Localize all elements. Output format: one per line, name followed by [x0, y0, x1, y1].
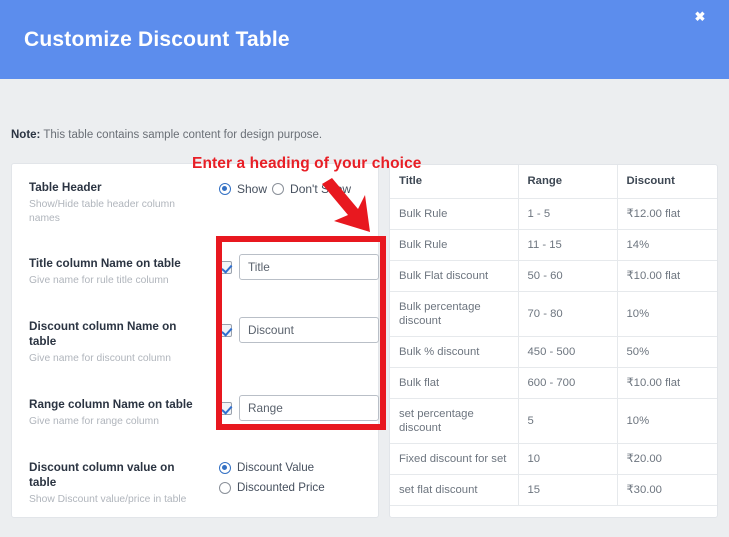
table-row: Bulk flat 600 - 700 ₹10.00 flat: [390, 366, 717, 399]
table-row: Bulk Rule 11 - 15 14%: [390, 228, 717, 261]
field-title: Discount column Name on table: [29, 320, 177, 348]
title-column-checkbox[interactable]: [219, 260, 232, 274]
field-title: Table Header: [29, 181, 102, 194]
cell-discount: 10%: [616, 290, 717, 337]
annotation-heading-text: Enter a heading of your choice: [192, 155, 422, 172]
cell-discount: ₹10.00 flat: [616, 366, 717, 399]
discount-column-checkbox[interactable]: [219, 323, 232, 337]
cell-discount: ₹30.00: [616, 473, 717, 506]
cell-range: 5: [517, 397, 618, 444]
cell-range: 11 - 15: [517, 228, 618, 261]
cell-title: Bulk percentage discount: [390, 290, 519, 337]
radio-label-discounted-price: Discounted Price: [237, 481, 325, 494]
table-row: set percentage discount 5 10%: [390, 397, 717, 444]
cell-range: 450 - 500: [517, 335, 618, 368]
discount-preview-table: Title Range Discount Bulk Rule 1 - 5 ₹12…: [390, 165, 717, 506]
radio-label-discount-value: Discount Value: [237, 461, 315, 474]
table-row: Bulk % discount 450 - 500 50%: [390, 335, 717, 368]
table-header-radio-group: Show Don't Show: [219, 182, 351, 196]
cell-title: set flat discount: [390, 473, 519, 506]
cell-range: 15: [517, 473, 618, 506]
cell-title: set percentage discount: [390, 397, 519, 444]
note-prefix: Note:: [11, 129, 41, 141]
cell-range: 10: [517, 442, 618, 475]
close-icon[interactable]: ✖: [691, 8, 709, 26]
cell-title: Bulk Flat discount: [390, 259, 519, 292]
field-subtitle: Show/Hide table header column names: [29, 199, 175, 224]
page-title: Customize Discount Table: [24, 28, 290, 51]
field-label-table-header: Table Header Show/Hide table header colu…: [29, 180, 204, 226]
cell-title: Bulk Rule: [390, 197, 519, 230]
field-subtitle: Give name for rule title column: [29, 275, 169, 286]
field-label-discount-value: Discount column value on table Show Disc…: [29, 460, 204, 507]
cell-discount: ₹20.00: [616, 442, 717, 475]
discount-value-radio-group: Discount Value Discounted Price: [219, 461, 325, 494]
cell-title: Fixed discount for set: [390, 442, 519, 475]
table-row: set flat discount 15 ₹30.00: [390, 473, 717, 506]
radio-indicator-discounted-price[interactable]: [219, 481, 231, 494]
field-title: Title column Name on table: [29, 257, 181, 270]
radio-label-show: Show: [237, 182, 268, 196]
table-row: Fixed discount for set 10 ₹20.00: [390, 442, 717, 475]
radio-indicator-show[interactable]: [219, 183, 231, 195]
field-label-range-column: Range column Name on table Give name for…: [29, 397, 204, 429]
table-row: Bulk Rule 1 - 5 ₹12.00 flat: [390, 197, 717, 230]
cell-discount: ₹12.00 flat: [616, 197, 717, 230]
radio-option-show[interactable]: Show: [219, 182, 267, 196]
preview-table-panel: Title Range Discount Bulk Rule 1 - 5 ₹12…: [389, 164, 718, 518]
settings-panel: Table Header Show/Hide table header colu…: [11, 163, 379, 518]
cell-discount: 14%: [616, 228, 717, 261]
table-row: Bulk percentage discount 70 - 80 10%: [390, 290, 717, 337]
cell-discount: 50%: [616, 335, 717, 368]
field-title: Discount column value on table: [29, 461, 175, 489]
table-header-row: Title Range Discount: [390, 165, 717, 199]
cell-range: 50 - 60: [517, 259, 618, 292]
radio-option-dont-show[interactable]: Don't Show: [272, 182, 351, 196]
customize-discount-table-modal: Customize Discount Table ✖ Note: This ta…: [0, 0, 729, 537]
discount-column-input[interactable]: [239, 317, 379, 343]
range-column-input[interactable]: [239, 395, 379, 421]
range-column-control: [219, 395, 379, 421]
title-column-control: [219, 254, 379, 280]
cell-discount: ₹10.00 flat: [616, 259, 717, 292]
discount-column-control: [219, 317, 379, 343]
field-label-discount-column: Discount column Name on table Give name …: [29, 319, 204, 366]
field-subtitle: Give name for range column: [29, 416, 159, 427]
title-column-input[interactable]: [239, 254, 379, 280]
modal-header: Customize Discount Table ✖: [0, 0, 729, 79]
field-subtitle: Show Discount value/price in table: [29, 494, 187, 505]
cell-range: 70 - 80: [517, 290, 618, 337]
note-body: This table contains sample content for d…: [40, 129, 323, 141]
radio-indicator-dont-show[interactable]: [272, 183, 285, 195]
field-label-title-column: Title column Name on table Give name for…: [29, 256, 204, 288]
cell-title: Bulk % discount: [390, 335, 519, 368]
table-row: Bulk Flat discount 50 - 60 ₹10.00 flat: [390, 259, 717, 292]
cell-discount: 10%: [616, 397, 717, 444]
field-subtitle: Give name for discount column: [29, 353, 171, 364]
radio-label-dont-show: Don't Show: [290, 182, 352, 196]
cell-range: 600 - 700: [517, 366, 618, 399]
range-column-checkbox[interactable]: [219, 401, 232, 415]
radio-indicator-discount-value[interactable]: [219, 461, 231, 474]
cell-title: Bulk Rule: [390, 228, 519, 261]
radio-option-discounted-price[interactable]: Discounted Price: [219, 481, 325, 494]
cell-title: Bulk flat: [390, 366, 519, 399]
note-text: Note: This table contains sample content…: [11, 129, 322, 141]
field-title: Range column Name on table: [29, 398, 193, 411]
column-header-range: Range: [517, 165, 618, 199]
column-header-discount: Discount: [616, 165, 717, 199]
cell-range: 1 - 5: [517, 197, 618, 230]
radio-option-discount-value[interactable]: Discount Value: [219, 461, 325, 474]
